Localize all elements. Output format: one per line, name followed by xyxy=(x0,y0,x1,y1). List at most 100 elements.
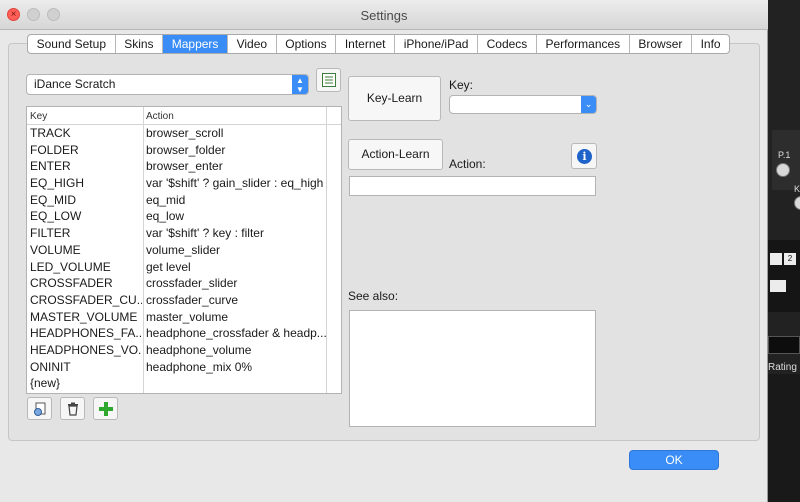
see-also-field[interactable] xyxy=(349,310,596,427)
updown-chevron-icon: ▲ ▼ xyxy=(292,75,308,94)
row-key-cell: {new} xyxy=(30,376,61,391)
title-bar: × Settings xyxy=(0,0,768,30)
row-action-cell: get level xyxy=(146,259,191,274)
table-row[interactable]: FOLDER browser_folder xyxy=(27,142,341,159)
bg-square-button xyxy=(770,253,782,265)
table-row[interactable]: HEADPHONES_VO... headphone_volume xyxy=(27,342,341,359)
mapper-select-value: iDance Scratch xyxy=(34,77,116,91)
row-action-cell: var '$shift' ? key : filter xyxy=(146,226,264,241)
mapping-table: Key Action TRACK browser_scroll FOLDER brow… xyxy=(26,106,342,394)
row-key-cell: ONINIT xyxy=(30,359,71,374)
tab-options[interactable]: Options xyxy=(277,35,337,53)
bg-panel xyxy=(772,130,800,190)
bg-button-2: 2 xyxy=(784,253,796,265)
bg-strip xyxy=(768,240,800,312)
action-field[interactable] xyxy=(349,176,596,196)
row-action-cell: headphone_mix 0% xyxy=(146,359,253,374)
key-learn-button[interactable]: Key-Learn xyxy=(348,76,441,121)
settings-window: × Settings Sound Setup Skins Mappers Video O… xyxy=(0,0,768,502)
bg-knob-2 xyxy=(794,196,800,210)
table-row[interactable]: EQ_MID eq_mid xyxy=(27,192,341,209)
row-action-cell: eq_low xyxy=(146,209,185,224)
table-row[interactable]: EQ_LOW eq_low xyxy=(27,208,341,225)
key-select[interactable]: ⌄ xyxy=(449,95,597,114)
row-action-cell: headphone_crossfader & headp... xyxy=(146,326,326,341)
row-action-cell: volume_slider xyxy=(146,242,221,257)
mapper-select[interactable]: iDance Scratch ▲ ▼ xyxy=(26,74,309,95)
row-key-cell: EQ_LOW xyxy=(30,209,82,224)
row-action-cell: var '$shift' ? gain_slider : eq_high xyxy=(146,176,324,191)
row-key-cell: HEADPHONES_FA... xyxy=(30,326,142,341)
table-row[interactable]: LED_VOLUME get level xyxy=(27,259,341,276)
row-action-cell: crossfader_slider xyxy=(146,276,238,291)
action-learn-button[interactable]: Action-Learn xyxy=(348,139,443,170)
column-header-action[interactable]: Action xyxy=(146,111,326,122)
bg-label-p1: P.1 xyxy=(778,150,791,160)
mapper-options-button[interactable] xyxy=(316,68,341,92)
table-row[interactable]: EQ_HIGH var '$shift' ? gain_slider : eq_h… xyxy=(27,175,341,192)
row-key-cell: ENTER xyxy=(30,159,71,174)
bg-square-button-3 xyxy=(770,280,786,292)
bg-knob xyxy=(776,163,790,177)
plus-icon xyxy=(98,402,113,416)
bg-search-field xyxy=(768,336,800,354)
row-key-cell: LED_VOLUME xyxy=(30,259,111,274)
table-row[interactable]: ONINIT headphone_mix 0% xyxy=(27,359,341,376)
row-key-cell: EQ_HIGH xyxy=(30,176,85,191)
table-body: TRACK browser_scroll FOLDER browser_folder E… xyxy=(27,125,341,392)
tab-skins[interactable]: Skins xyxy=(116,35,164,53)
ok-button[interactable]: OK xyxy=(629,450,719,470)
action-label: Action: xyxy=(449,157,486,171)
row-action-cell: eq_mid xyxy=(146,192,186,207)
row-action-cell: crossfader_curve xyxy=(146,292,239,307)
row-action-cell: browser_folder xyxy=(146,142,226,157)
tab-mappers[interactable]: Mappers xyxy=(163,35,228,53)
table-row[interactable]: CROSSFADER_CU... crossfader_curve xyxy=(27,292,341,309)
bg-list-area xyxy=(768,374,800,502)
tab-iphone-ipad[interactable]: iPhone/iPad xyxy=(395,35,479,53)
trash-icon xyxy=(67,402,78,416)
table-row[interactable]: MASTER_VOLUME master_volume xyxy=(27,309,341,326)
row-key-cell: EQ_MID xyxy=(30,192,77,207)
row-key-cell: TRACK xyxy=(30,126,71,140)
info-button[interactable]: i xyxy=(571,143,597,169)
table-row[interactable]: ENTER browser_enter xyxy=(27,158,341,175)
settings-tab-bar: Sound Setup Skins Mappers Video Options Inter… xyxy=(27,34,731,54)
row-key-cell: CROSSFADER_CU... xyxy=(30,292,142,307)
table-row[interactable]: {new} xyxy=(27,375,341,392)
table-header: Key Action xyxy=(27,107,341,125)
bg-label-ke: KE xyxy=(794,184,800,194)
add-mapping-button[interactable] xyxy=(93,397,118,420)
tab-browser[interactable]: Browser xyxy=(630,35,692,53)
row-action-cell: headphone_volume xyxy=(146,342,252,357)
info-icon: i xyxy=(577,149,592,164)
tab-performances[interactable]: Performances xyxy=(537,35,630,53)
row-action-cell: browser_enter xyxy=(146,159,223,174)
see-also-label: See also: xyxy=(348,289,399,303)
table-row[interactable]: CROSSFADER crossfader_slider xyxy=(27,275,341,292)
import-mapping-button[interactable] xyxy=(27,397,52,420)
row-key-cell: VOLUME xyxy=(30,242,81,257)
tab-info[interactable]: Info xyxy=(692,35,729,53)
list-icon xyxy=(322,73,336,87)
table-row[interactable]: TRACK browser_scroll xyxy=(27,125,341,142)
row-key-cell: FILTER xyxy=(30,226,71,241)
row-key-cell: MASTER_VOLUME xyxy=(30,309,138,324)
import-icon xyxy=(33,402,45,416)
tab-sound-setup[interactable]: Sound Setup xyxy=(28,35,116,53)
table-row[interactable]: FILTER var '$shift' ? key : filter xyxy=(27,225,341,242)
window-title: Settings xyxy=(360,8,408,23)
background-app: P.1 KE 2 Rating xyxy=(768,0,800,502)
key-label: Key: xyxy=(449,78,474,92)
row-key-cell: CROSSFADER xyxy=(30,276,113,291)
delete-mapping-button[interactable] xyxy=(60,397,85,420)
column-header-key[interactable]: Key xyxy=(30,111,142,122)
tab-video[interactable]: Video xyxy=(228,35,277,53)
table-row[interactable]: HEADPHONES_FA... headphone_crossfader & h… xyxy=(27,325,341,342)
tab-internet[interactable]: Internet xyxy=(336,35,396,53)
tab-codecs[interactable]: Codecs xyxy=(478,35,537,53)
row-action-cell: master_volume xyxy=(146,309,229,324)
row-key-cell: HEADPHONES_VO... xyxy=(30,342,142,357)
table-row[interactable]: VOLUME volume_slider xyxy=(27,242,341,259)
bg-rating-label: Rating xyxy=(768,362,797,373)
